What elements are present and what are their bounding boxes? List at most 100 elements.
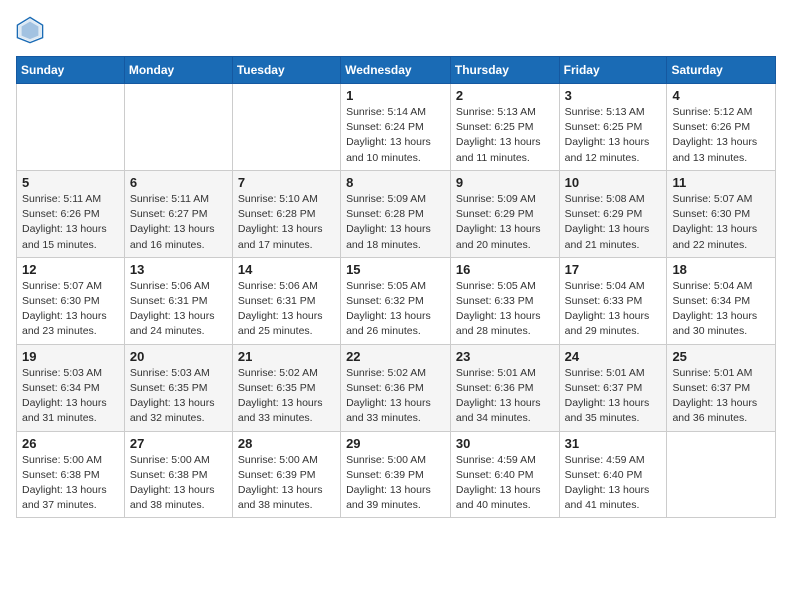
- day-number: 2: [456, 88, 554, 103]
- logo-icon: [16, 16, 44, 44]
- day-number: 8: [346, 175, 445, 190]
- calendar-cell: 17 Sunrise: 5:04 AMSunset: 6:33 PMDayligh…: [559, 257, 667, 344]
- day-number: 27: [130, 436, 227, 451]
- weekday-header: Saturday: [667, 57, 776, 84]
- calendar-cell: 21 Sunrise: 5:02 AMSunset: 6:35 PMDayligh…: [232, 344, 340, 431]
- weekday-header: Sunday: [17, 57, 125, 84]
- calendar-cell: 28 Sunrise: 5:00 AMSunset: 6:39 PMDayligh…: [232, 431, 340, 518]
- calendar-cell: 4 Sunrise: 5:12 AMSunset: 6:26 PMDaylight…: [667, 84, 776, 171]
- calendar-cell: [124, 84, 232, 171]
- day-info: Sunrise: 5:10 AMSunset: 6:28 PMDaylight:…: [238, 192, 335, 253]
- day-number: 1: [346, 88, 445, 103]
- day-info: Sunrise: 5:07 AMSunset: 6:30 PMDaylight:…: [22, 279, 119, 340]
- calendar-cell: 15 Sunrise: 5:05 AMSunset: 6:32 PMDayligh…: [341, 257, 451, 344]
- calendar-cell: 7 Sunrise: 5:10 AMSunset: 6:28 PMDaylight…: [232, 170, 340, 257]
- calendar-cell: 10 Sunrise: 5:08 AMSunset: 6:29 PMDayligh…: [559, 170, 667, 257]
- day-number: 16: [456, 262, 554, 277]
- day-info: Sunrise: 5:01 AMSunset: 6:36 PMDaylight:…: [456, 366, 554, 427]
- day-number: 19: [22, 349, 119, 364]
- calendar-week-row: 5 Sunrise: 5:11 AMSunset: 6:26 PMDaylight…: [17, 170, 776, 257]
- day-number: 20: [130, 349, 227, 364]
- day-number: 10: [565, 175, 662, 190]
- day-number: 11: [672, 175, 770, 190]
- day-number: 18: [672, 262, 770, 277]
- day-info: Sunrise: 5:06 AMSunset: 6:31 PMDaylight:…: [238, 279, 335, 340]
- day-info: Sunrise: 5:06 AMSunset: 6:31 PMDaylight:…: [130, 279, 227, 340]
- day-info: Sunrise: 5:14 AMSunset: 6:24 PMDaylight:…: [346, 105, 445, 166]
- calendar-cell: 30Sunrise: 4:59 AMSunset: 6:40 PMDayligh…: [450, 431, 559, 518]
- calendar-cell: 27 Sunrise: 5:00 AMSunset: 6:38 PMDayligh…: [124, 431, 232, 518]
- day-number: 5: [22, 175, 119, 190]
- calendar-cell: 29 Sunrise: 5:00 AMSunset: 6:39 PMDayligh…: [341, 431, 451, 518]
- day-info: Sunrise: 5:12 AMSunset: 6:26 PMDaylight:…: [672, 105, 770, 166]
- day-info: Sunrise: 5:02 AMSunset: 6:36 PMDaylight:…: [346, 366, 445, 427]
- calendar-table: SundayMondayTuesdayWednesdayThursdayFrid…: [16, 56, 776, 518]
- day-number: 17: [565, 262, 662, 277]
- calendar-cell: 13Sunrise: 5:06 AMSunset: 6:31 PMDayligh…: [124, 257, 232, 344]
- calendar-week-row: 19 Sunrise: 5:03 AMSunset: 6:34 PMDayligh…: [17, 344, 776, 431]
- day-info: Sunrise: 5:11 AMSunset: 6:26 PMDaylight:…: [22, 192, 119, 253]
- day-number: 29: [346, 436, 445, 451]
- calendar-cell: 8 Sunrise: 5:09 AMSunset: 6:28 PMDaylight…: [341, 170, 451, 257]
- calendar-cell: 12 Sunrise: 5:07 AMSunset: 6:30 PMDayligh…: [17, 257, 125, 344]
- day-number: 31: [565, 436, 662, 451]
- day-info: Sunrise: 5:00 AMSunset: 6:38 PMDaylight:…: [130, 453, 227, 514]
- calendar-cell: 26 Sunrise: 5:00 AMSunset: 6:38 PMDayligh…: [17, 431, 125, 518]
- weekday-header: Friday: [559, 57, 667, 84]
- day-info: Sunrise: 5:11 AMSunset: 6:27 PMDaylight:…: [130, 192, 227, 253]
- calendar-cell: 31 Sunrise: 4:59 AMSunset: 6:40 PMDayligh…: [559, 431, 667, 518]
- day-info: Sunrise: 5:03 AMSunset: 6:34 PMDaylight:…: [22, 366, 119, 427]
- day-info: Sunrise: 5:05 AMSunset: 6:32 PMDaylight:…: [346, 279, 445, 340]
- day-number: 14: [238, 262, 335, 277]
- page-header: [16, 16, 776, 44]
- day-info: Sunrise: 5:04 AMSunset: 6:33 PMDaylight:…: [565, 279, 662, 340]
- day-number: 25: [672, 349, 770, 364]
- calendar-cell: 2Sunrise: 5:13 AMSunset: 6:25 PMDaylight…: [450, 84, 559, 171]
- calendar-cell: 1 Sunrise: 5:14 AMSunset: 6:24 PMDaylight…: [341, 84, 451, 171]
- day-number: 3: [565, 88, 662, 103]
- day-number: 4: [672, 88, 770, 103]
- calendar-cell: 16 Sunrise: 5:05 AMSunset: 6:33 PMDayligh…: [450, 257, 559, 344]
- calendar-cell: 6Sunrise: 5:11 AMSunset: 6:27 PMDaylight…: [124, 170, 232, 257]
- calendar-cell: 23 Sunrise: 5:01 AMSunset: 6:36 PMDayligh…: [450, 344, 559, 431]
- day-number: 7: [238, 175, 335, 190]
- day-info: Sunrise: 5:02 AMSunset: 6:35 PMDaylight:…: [238, 366, 335, 427]
- calendar-week-row: 12 Sunrise: 5:07 AMSunset: 6:30 PMDayligh…: [17, 257, 776, 344]
- day-info: Sunrise: 5:13 AMSunset: 6:25 PMDaylight:…: [565, 105, 662, 166]
- day-number: 21: [238, 349, 335, 364]
- day-number: 22: [346, 349, 445, 364]
- day-number: 24: [565, 349, 662, 364]
- day-info: Sunrise: 5:07 AMSunset: 6:30 PMDaylight:…: [672, 192, 770, 253]
- calendar-cell: [667, 431, 776, 518]
- weekday-header: Thursday: [450, 57, 559, 84]
- day-info: Sunrise: 4:59 AMSunset: 6:40 PMDaylight:…: [456, 453, 554, 514]
- calendar-cell: 14 Sunrise: 5:06 AMSunset: 6:31 PMDayligh…: [232, 257, 340, 344]
- day-info: Sunrise: 5:00 AMSunset: 6:39 PMDaylight:…: [346, 453, 445, 514]
- calendar-cell: 3 Sunrise: 5:13 AMSunset: 6:25 PMDaylight…: [559, 84, 667, 171]
- day-number: 15: [346, 262, 445, 277]
- day-info: Sunrise: 5:01 AMSunset: 6:37 PMDaylight:…: [672, 366, 770, 427]
- day-number: 28: [238, 436, 335, 451]
- day-info: Sunrise: 5:05 AMSunset: 6:33 PMDaylight:…: [456, 279, 554, 340]
- day-info: Sunrise: 4:59 AMSunset: 6:40 PMDaylight:…: [565, 453, 662, 514]
- day-info: Sunrise: 5:00 AMSunset: 6:38 PMDaylight:…: [22, 453, 119, 514]
- calendar-header-row: SundayMondayTuesdayWednesdayThursdayFrid…: [17, 57, 776, 84]
- weekday-header: Tuesday: [232, 57, 340, 84]
- calendar-cell: 20 Sunrise: 5:03 AMSunset: 6:35 PMDayligh…: [124, 344, 232, 431]
- day-info: Sunrise: 5:01 AMSunset: 6:37 PMDaylight:…: [565, 366, 662, 427]
- calendar-cell: 5 Sunrise: 5:11 AMSunset: 6:26 PMDaylight…: [17, 170, 125, 257]
- weekday-header: Wednesday: [341, 57, 451, 84]
- calendar-cell: 18Sunrise: 5:04 AMSunset: 6:34 PMDayligh…: [667, 257, 776, 344]
- day-info: Sunrise: 5:09 AMSunset: 6:29 PMDaylight:…: [456, 192, 554, 253]
- day-number: 12: [22, 262, 119, 277]
- day-info: Sunrise: 5:08 AMSunset: 6:29 PMDaylight:…: [565, 192, 662, 253]
- calendar-week-row: 1 Sunrise: 5:14 AMSunset: 6:24 PMDaylight…: [17, 84, 776, 171]
- weekday-header: Monday: [124, 57, 232, 84]
- day-info: Sunrise: 5:00 AMSunset: 6:39 PMDaylight:…: [238, 453, 335, 514]
- day-number: 23: [456, 349, 554, 364]
- day-number: 26: [22, 436, 119, 451]
- calendar-cell: 19 Sunrise: 5:03 AMSunset: 6:34 PMDayligh…: [17, 344, 125, 431]
- day-info: Sunrise: 5:03 AMSunset: 6:35 PMDaylight:…: [130, 366, 227, 427]
- calendar-week-row: 26 Sunrise: 5:00 AMSunset: 6:38 PMDayligh…: [17, 431, 776, 518]
- day-info: Sunrise: 5:09 AMSunset: 6:28 PMDaylight:…: [346, 192, 445, 253]
